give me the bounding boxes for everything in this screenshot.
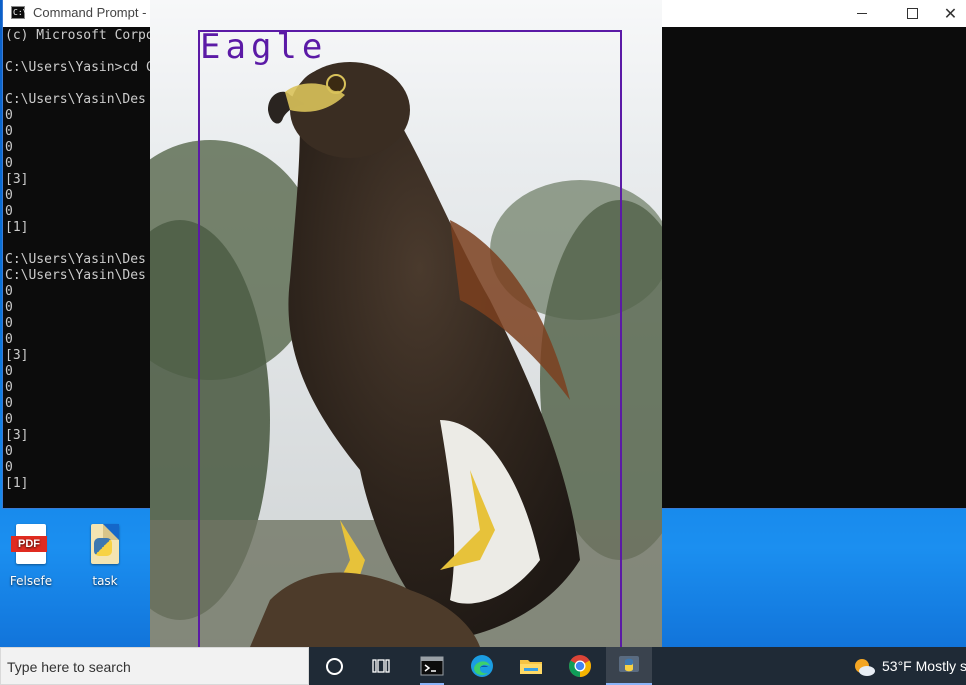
file-explorer-icon xyxy=(520,660,542,674)
task-view-button[interactable] xyxy=(358,647,404,685)
taskbar-edge[interactable] xyxy=(459,647,505,685)
partly-sunny-icon xyxy=(855,659,875,676)
detection-bounding-box xyxy=(198,30,622,647)
image-viewer-window[interactable]: Eagle xyxy=(150,0,662,647)
weather-widget[interactable]: 53°F Mostly s xyxy=(882,658,966,674)
minimize-icon xyxy=(857,13,867,14)
detection-label: Eagle xyxy=(200,27,328,67)
close-button[interactable]: ✕ xyxy=(935,0,966,27)
weather-summary: Mostly s xyxy=(915,658,966,674)
minimize-button[interactable] xyxy=(839,0,885,27)
task-view-icon xyxy=(372,659,390,673)
python-file-icon xyxy=(85,524,125,568)
desktop-icon-label: task xyxy=(92,574,118,588)
search-placeholder: Type here to search xyxy=(7,659,131,675)
weather-temp: 53°F xyxy=(882,658,912,674)
cortana-button[interactable] xyxy=(311,647,357,685)
taskbar-chrome[interactable] xyxy=(557,647,603,685)
taskbar-file-explorer[interactable] xyxy=(508,647,554,685)
edge-icon xyxy=(471,655,493,677)
cortana-icon xyxy=(325,657,343,675)
desktop-icon-felsefe[interactable]: PDF Felsefe xyxy=(0,524,62,588)
desktop-icon-label: Felsefe xyxy=(9,574,53,588)
taskbar: Type here to search 53°F Mostly s xyxy=(0,647,966,685)
maximize-icon xyxy=(906,8,918,19)
desktop: PDF Felsefe task C:\ Command Prompt - p … xyxy=(0,0,966,647)
pdf-file-icon: PDF xyxy=(11,524,51,568)
cmd-icon: C:\ xyxy=(11,6,28,19)
cmd-window-title: Command Prompt - p xyxy=(33,5,158,20)
maximize-button[interactable] xyxy=(889,0,935,27)
taskbar-python[interactable] xyxy=(606,647,652,685)
python-icon xyxy=(619,656,639,672)
taskbar-search-box[interactable]: Type here to search xyxy=(0,647,309,685)
chrome-icon xyxy=(569,655,591,677)
taskbar-terminal[interactable] xyxy=(409,647,455,685)
close-icon: ✕ xyxy=(943,3,958,23)
terminal-icon xyxy=(420,656,444,676)
desktop-icon-task[interactable]: task xyxy=(74,524,136,588)
